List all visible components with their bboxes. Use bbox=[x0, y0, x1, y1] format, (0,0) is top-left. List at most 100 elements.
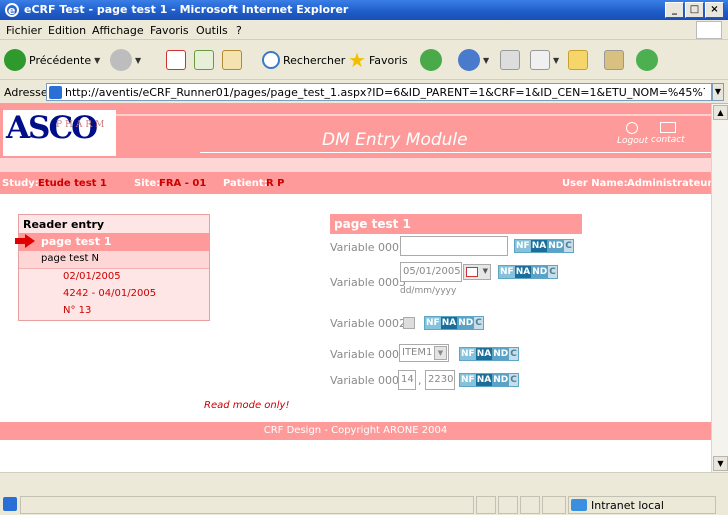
chip-nf[interactable]: NF bbox=[515, 240, 531, 252]
chip-nf[interactable]: NF bbox=[425, 317, 441, 329]
patient-value: R P bbox=[266, 178, 285, 189]
sidebar-subitem-date[interactable]: 02/01/2005 bbox=[19, 269, 209, 286]
variable-0002-checkbox[interactable] bbox=[403, 317, 415, 329]
sidebar-subitem-n13[interactable]: N° 13 bbox=[19, 303, 209, 320]
chip-nf[interactable]: NF bbox=[499, 266, 515, 278]
chip-nd[interactable]: ND bbox=[457, 317, 475, 329]
edit-button[interactable]: ▼ bbox=[530, 48, 559, 72]
sidebar-item-page-test-n[interactable]: page test N bbox=[19, 251, 209, 269]
variable-0003-selected: ITEM1 bbox=[402, 347, 433, 358]
sidebar-header: Reader entry bbox=[19, 215, 209, 233]
back-label: Précédente bbox=[29, 53, 92, 67]
menu-affichage[interactable]: Affichage bbox=[92, 24, 144, 37]
variable-0005-input[interactable]: 05/01/2005 bbox=[400, 262, 462, 282]
menu-outils[interactable]: Outils bbox=[196, 24, 228, 37]
window-titlebar: e eCRF Test - page test 1 - Microsoft In… bbox=[0, 0, 728, 20]
print-button[interactable] bbox=[500, 48, 520, 72]
maximize-button[interactable]: □ bbox=[685, 2, 704, 18]
variable-0004-decimal-input[interactable]: 2230 bbox=[425, 370, 455, 390]
star-icon: ★ bbox=[348, 48, 366, 72]
menu-help[interactable]: ? bbox=[236, 24, 242, 37]
search-label: Rechercher bbox=[283, 53, 346, 67]
chip-nd[interactable]: ND bbox=[492, 374, 510, 386]
sidebar-subitem-4242[interactable]: 4242 - 04/01/2005 bbox=[19, 286, 209, 303]
logout-icon bbox=[626, 122, 639, 134]
window-title: eCRF Test - page test 1 - Microsoft Inte… bbox=[24, 3, 349, 16]
chip-nf[interactable]: NF bbox=[460, 348, 476, 360]
menubar: Fichier Edition Affichage Favoris Outils… bbox=[0, 20, 728, 40]
chip-nd[interactable]: ND bbox=[531, 266, 549, 278]
refresh-icon bbox=[194, 50, 214, 70]
select-dropdown-icon: ▼ bbox=[434, 346, 447, 360]
variable-0004-integer-input[interactable]: 14 bbox=[398, 370, 416, 390]
chip-c[interactable]: C bbox=[509, 374, 518, 386]
user-label: User Name: bbox=[562, 178, 628, 189]
forward-button[interactable]: ▼ bbox=[110, 48, 141, 72]
history-icon bbox=[420, 49, 442, 71]
address-dropdown-button[interactable]: ▼ bbox=[712, 83, 724, 101]
decimal-separator: , bbox=[418, 374, 422, 387]
scroll-down-button[interactable]: ▼ bbox=[713, 456, 728, 471]
module-title: DM Entry Module bbox=[322, 130, 468, 150]
address-input[interactable]: http://aventis/eCRF_Runner01/pages/page_… bbox=[46, 83, 712, 101]
page-header: ASCO PHARM DM Entry Module Logout contac… bbox=[0, 104, 711, 158]
contact-link[interactable]: contact bbox=[651, 122, 685, 145]
mail-button[interactable]: ▼ bbox=[458, 48, 489, 72]
back-arrow-icon bbox=[4, 49, 26, 71]
discuss-button[interactable] bbox=[568, 48, 588, 72]
variable-0003-select[interactable]: ITEM1 ▼ bbox=[399, 344, 449, 362]
edit-dropdown-icon: ▼ bbox=[553, 55, 560, 65]
read-mode-notice: Read mode only! bbox=[204, 400, 290, 411]
page-status-icon bbox=[3, 497, 17, 511]
header-subbar bbox=[0, 158, 711, 172]
search-button[interactable]: Rechercher bbox=[262, 48, 345, 72]
home-button[interactable] bbox=[222, 48, 242, 72]
favorites-button[interactable]: ★ Favoris bbox=[348, 48, 408, 72]
chip-c[interactable]: C bbox=[509, 348, 518, 360]
menu-favoris[interactable]: Favoris bbox=[150, 24, 189, 37]
variable-0001-input[interactable] bbox=[400, 236, 508, 256]
stop-icon bbox=[166, 50, 186, 70]
minimize-button[interactable]: _ bbox=[665, 2, 684, 18]
messenger-button[interactable] bbox=[636, 48, 658, 72]
variable-0003-label: Variable 0003 bbox=[330, 348, 407, 361]
calendar-button[interactable]: ▼ bbox=[463, 264, 491, 280]
variable-0004-label: Variable 0004 bbox=[330, 374, 407, 387]
address-bar: Adresse http://aventis/eCRF_Runner01/pag… bbox=[0, 80, 728, 104]
home-icon bbox=[222, 50, 242, 70]
menu-fichier[interactable]: Fichier bbox=[6, 24, 42, 37]
intranet-globe-icon bbox=[571, 499, 587, 511]
chip-nd[interactable]: ND bbox=[492, 348, 510, 360]
patient-label: Patient: bbox=[223, 178, 268, 189]
status-chips: NF NA ND C bbox=[459, 347, 519, 361]
menu-edition[interactable]: Edition bbox=[48, 24, 86, 37]
chip-na[interactable]: NA bbox=[475, 374, 493, 386]
search-icon bbox=[262, 51, 280, 69]
research-button[interactable] bbox=[604, 48, 624, 72]
logout-link[interactable]: Logout bbox=[617, 122, 648, 146]
chip-na[interactable]: NA bbox=[440, 317, 458, 329]
chip-nd[interactable]: ND bbox=[547, 240, 565, 252]
sidebar-item-page-test-1[interactable]: page test 1 bbox=[15, 233, 209, 251]
chip-c[interactable]: C bbox=[474, 317, 483, 329]
refresh-button[interactable] bbox=[194, 48, 214, 72]
windows-logo-icon bbox=[696, 21, 722, 39]
chip-nf[interactable]: NF bbox=[460, 374, 476, 386]
close-button[interactable]: × bbox=[705, 2, 724, 18]
back-button[interactable]: Précédente ▼ bbox=[4, 48, 100, 72]
form-panel: page test 1 Variable 0001 NF NA ND C Var… bbox=[330, 214, 582, 390]
chip-na[interactable]: NA bbox=[475, 348, 493, 360]
status-pane-4 bbox=[542, 496, 566, 514]
calendar-dropdown-icon: ▼ bbox=[482, 267, 488, 275]
chip-na[interactable]: NA bbox=[514, 266, 532, 278]
messenger-icon bbox=[636, 49, 658, 71]
stop-button[interactable] bbox=[166, 48, 186, 72]
status-chips: NF NA ND C bbox=[459, 373, 519, 387]
chip-c[interactable]: C bbox=[548, 266, 557, 278]
scroll-up-button[interactable]: ▲ bbox=[713, 105, 728, 120]
history-button[interactable] bbox=[420, 48, 442, 72]
logo-subtext: PHARM bbox=[56, 120, 108, 130]
chip-na[interactable]: NA bbox=[530, 240, 548, 252]
vertical-scrollbar[interactable]: ▲ ▼ bbox=[711, 104, 728, 472]
chip-c[interactable]: C bbox=[564, 240, 573, 252]
